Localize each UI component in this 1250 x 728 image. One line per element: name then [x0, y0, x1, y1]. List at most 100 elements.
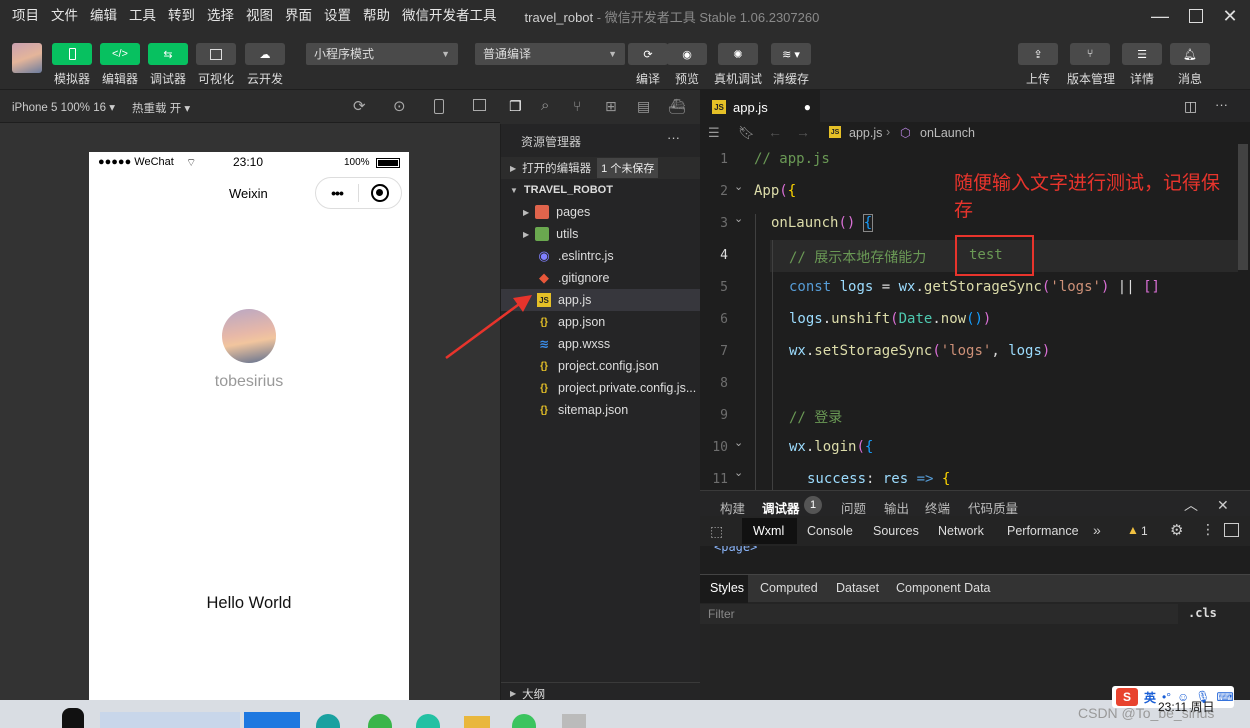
- kebab-menu-icon[interactable]: ⋮: [1201, 521, 1215, 538]
- docker-icon[interactable]: ⛴: [668, 98, 686, 115]
- filter-input[interactable]: Filter: [700, 604, 1178, 624]
- more-icon[interactable]: ···: [667, 130, 680, 145]
- inspect-icon[interactable]: ⬚: [710, 523, 723, 540]
- tree-item-sitemap[interactable]: {} sitemap.json: [501, 399, 701, 421]
- tab-wxml[interactable]: Wxml: [753, 524, 784, 538]
- tab-output[interactable]: 输出: [884, 498, 909, 517]
- menu-item-settings[interactable]: 设置: [318, 0, 357, 32]
- menu-item-goto[interactable]: 转到: [162, 0, 201, 32]
- tab-performance[interactable]: Performance: [1007, 524, 1079, 538]
- tree-item-eslintrc[interactable]: ◉ .eslintrc.js: [501, 245, 701, 267]
- fold-chevron-icon[interactable]: ⌄: [734, 436, 743, 449]
- app-icon[interactable]: [368, 714, 392, 728]
- tab-build[interactable]: 构建: [720, 498, 745, 517]
- stop-icon[interactable]: ⊙: [393, 97, 406, 115]
- upload-button[interactable]: ⇪: [1018, 43, 1058, 65]
- devtools-app-icon[interactable]: [562, 714, 586, 728]
- forward-arrow-icon[interactable]: →: [796, 124, 810, 140]
- more-actions-icon[interactable]: ···: [1215, 97, 1228, 112]
- tab-sources[interactable]: Sources: [873, 524, 919, 538]
- menu-item-ui[interactable]: 界面: [279, 0, 318, 32]
- details-button[interactable]: ☰: [1122, 43, 1162, 65]
- breadcrumb-file[interactable]: app.js: [849, 126, 882, 140]
- wechat-icon[interactable]: [512, 714, 536, 728]
- files-icon[interactable]: ❐: [509, 98, 522, 115]
- wxml-page-node[interactable]: <page>: [714, 546, 757, 554]
- close-miniprogram-icon[interactable]: [359, 184, 401, 202]
- keyboard-icon[interactable]: ⌨: [1217, 690, 1234, 704]
- tab-code-quality[interactable]: 代码质量: [968, 498, 1018, 517]
- menu-item-help[interactable]: 帮助: [357, 0, 396, 32]
- more-tabs-icon[interactable]: »: [1093, 522, 1101, 538]
- tab-styles[interactable]: Styles: [710, 581, 744, 595]
- storage-icon[interactable]: ▤: [637, 98, 650, 115]
- menu-item-file[interactable]: 文件: [45, 0, 84, 32]
- fold-chevron-icon[interactable]: ⌄: [734, 212, 743, 225]
- bookmark-icon[interactable]: 🔖︎: [738, 125, 755, 141]
- close-panel-icon[interactable]: ✕: [1217, 497, 1229, 514]
- ime-language[interactable]: 英: [1144, 689, 1156, 706]
- tree-item-gitignore[interactable]: ◆ .gitignore: [501, 267, 701, 289]
- tab-terminal[interactable]: 终端: [925, 498, 950, 517]
- tab-debugger[interactable]: 调试器: [762, 498, 800, 517]
- maximize-icon[interactable]: [1179, 0, 1213, 32]
- messages-button[interactable]: 🔔︎: [1170, 43, 1210, 65]
- simulator-toggle-button[interactable]: [52, 43, 92, 65]
- taskbar-window[interactable]: [100, 712, 240, 728]
- tree-item-utils[interactable]: ▶ utils: [501, 223, 701, 245]
- hot-reload-toggle[interactable]: 热重载 开 ▾: [132, 100, 190, 116]
- split-editor-icon[interactable]: ◫: [1184, 98, 1197, 115]
- breadcrumb-symbol[interactable]: onLaunch: [920, 126, 975, 140]
- unsaved-dot-icon[interactable]: ●: [804, 100, 811, 114]
- tab-dataset[interactable]: Dataset: [836, 581, 879, 595]
- tab-app-js[interactable]: JS app.js ●: [700, 90, 820, 124]
- minimize-icon[interactable]: —: [1143, 0, 1177, 32]
- editor-scrollbar[interactable]: [1238, 144, 1248, 270]
- source-control-icon[interactable]: ⑂: [573, 98, 581, 114]
- menu-item-select[interactable]: 选择: [201, 0, 240, 32]
- close-icon[interactable]: ✕: [1213, 0, 1247, 32]
- device-select[interactable]: iPhone 5 100% 16 ▾: [12, 100, 115, 114]
- back-arrow-icon[interactable]: ←: [768, 124, 782, 140]
- menu-item-view[interactable]: 视图: [240, 0, 279, 32]
- detach-icon[interactable]: [473, 99, 486, 111]
- cloud-dev-button[interactable]: ☁: [245, 43, 285, 65]
- user-avatar[interactable]: [222, 309, 276, 363]
- extensions-icon[interactable]: ⊞: [605, 98, 617, 115]
- tree-item-project-private-config[interactable]: {} project.private.config.js...: [501, 377, 701, 399]
- warning-icon[interactable]: ▲: [1127, 523, 1139, 537]
- taskbar-window-active[interactable]: [244, 712, 300, 728]
- more-dots-icon[interactable]: •••: [316, 185, 358, 201]
- tab-console[interactable]: Console: [807, 524, 853, 538]
- folder-icon[interactable]: [464, 716, 490, 728]
- collapse-panel-icon[interactable]: ︿: [1184, 495, 1198, 515]
- tab-problems[interactable]: 问题: [841, 498, 866, 517]
- list-icon[interactable]: ☰: [708, 125, 720, 141]
- project-section[interactable]: ▼ TRAVEL_ROBOT: [501, 179, 701, 201]
- menu-item-devtools[interactable]: 微信开发者工具: [396, 0, 503, 32]
- compile-button[interactable]: ⟳: [628, 43, 668, 65]
- avatar[interactable]: [12, 43, 42, 73]
- sogou-icon[interactable]: S: [1116, 688, 1138, 706]
- tab-component-data[interactable]: Component Data: [896, 581, 991, 595]
- search-icon[interactable]: ⌕: [541, 97, 549, 114]
- browser-icon[interactable]: [316, 714, 340, 728]
- phone-icon[interactable]: [434, 99, 444, 114]
- tab-network[interactable]: Network: [938, 524, 984, 538]
- preview-button[interactable]: ◉: [667, 43, 707, 65]
- clear-cache-button[interactable]: ≋ ▾: [771, 43, 811, 65]
- editor-toggle-button[interactable]: </>: [100, 43, 140, 65]
- compile-select[interactable]: 普通编译 ▼: [475, 43, 625, 65]
- visual-toggle-button[interactable]: [196, 43, 236, 65]
- cls-button[interactable]: .cls: [1188, 606, 1217, 620]
- tree-item-pages[interactable]: ▶ pages: [501, 201, 701, 223]
- mode-select[interactable]: 小程序模式 ▼: [306, 43, 458, 65]
- menu-item-project[interactable]: 项目: [6, 0, 45, 32]
- menu-item-tools[interactable]: 工具: [123, 0, 162, 32]
- app-icon[interactable]: [62, 708, 84, 728]
- app-icon[interactable]: [416, 714, 440, 728]
- gear-icon[interactable]: ⚙: [1170, 521, 1183, 539]
- reload-icon[interactable]: ⟳: [353, 97, 366, 115]
- fold-chevron-icon[interactable]: ⌄: [734, 180, 743, 193]
- debugger-toggle-button[interactable]: ⇆: [148, 43, 188, 65]
